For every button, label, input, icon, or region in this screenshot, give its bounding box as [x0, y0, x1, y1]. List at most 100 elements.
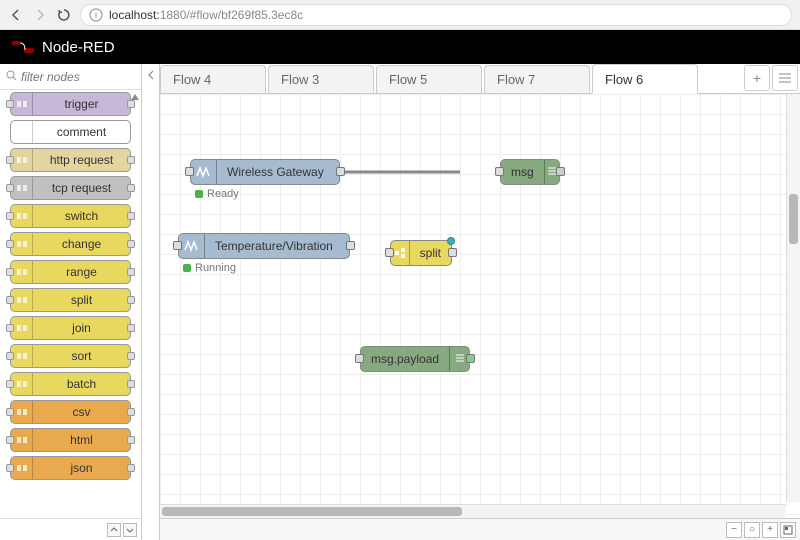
palette-node-trigger[interactable]: trigger: [10, 92, 131, 116]
tab-flow-7[interactable]: Flow 7: [484, 65, 590, 93]
status-text: Running: [195, 262, 236, 274]
input-port[interactable]: [185, 167, 194, 176]
palette-node-comment[interactable]: comment: [10, 120, 131, 144]
input-port: [6, 268, 14, 276]
input-port[interactable]: [355, 354, 364, 363]
node-type-icon: [11, 149, 33, 171]
input-port: [6, 100, 14, 108]
forward-button[interactable]: [32, 7, 48, 23]
wireless-icon: [191, 160, 217, 184]
node-label: msg: [501, 165, 544, 179]
input-port[interactable]: [173, 241, 182, 250]
palette-node-label: split: [33, 293, 130, 307]
node-status: Running: [183, 262, 236, 274]
palette-node-label: range: [33, 265, 130, 279]
palette-collapse-up[interactable]: [107, 523, 121, 537]
node-type-icon: [11, 177, 33, 199]
input-port: [6, 380, 14, 388]
input-port[interactable]: [385, 248, 394, 257]
scrollbar-vertical[interactable]: [786, 94, 800, 502]
zoom-out-button[interactable]: −: [726, 522, 742, 538]
view-map-button[interactable]: [780, 522, 796, 538]
canvas[interactable]: Wireless Gateway Ready msg: [160, 94, 800, 518]
palette-node-range[interactable]: range: [10, 260, 131, 284]
tab-flow-6[interactable]: Flow 6: [592, 64, 698, 94]
palette-node-json[interactable]: json: [10, 456, 131, 480]
palette-node-label: json: [33, 461, 130, 475]
palette-node-split[interactable]: split: [10, 288, 131, 312]
node-type-icon: [11, 401, 33, 423]
input-port: [6, 352, 14, 360]
node-type-icon: [11, 317, 33, 339]
input-port[interactable]: [495, 167, 504, 176]
palette-toggle[interactable]: [142, 64, 160, 540]
node-temperature-vibration[interactable]: Temperature/Vibration Running: [178, 233, 350, 259]
palette-collapse-down[interactable]: [123, 523, 137, 537]
palette-node-label: switch: [33, 209, 130, 223]
output-port: [127, 184, 135, 192]
node-status: Ready: [195, 188, 239, 200]
info-icon: i: [89, 8, 103, 22]
output-port: [127, 464, 135, 472]
zoom-reset-button[interactable]: ○: [744, 522, 760, 538]
palette-node-html[interactable]: html: [10, 428, 131, 452]
node-type-icon: [11, 429, 33, 451]
node-wireless-gateway[interactable]: Wireless Gateway Ready: [190, 159, 340, 185]
back-button[interactable]: [8, 7, 24, 23]
tab-flow-5[interactable]: Flow 5: [376, 65, 482, 93]
input-port: [6, 240, 14, 248]
zoom-in-button[interactable]: +: [762, 522, 778, 538]
palette-node-join[interactable]: join: [10, 316, 131, 340]
output-port: [127, 240, 135, 248]
palette-node-label: http request: [33, 153, 130, 167]
output-port: [127, 436, 135, 444]
palette-node-sort[interactable]: sort: [10, 344, 131, 368]
changed-badge: [447, 237, 455, 245]
node-debug-payload[interactable]: msg.payload: [360, 346, 470, 372]
palette-node-batch[interactable]: batch: [10, 372, 131, 396]
url-path: /#flow/bf269f85.3ec8c: [186, 8, 303, 22]
node-split[interactable]: split: [390, 240, 452, 266]
node-type-icon: [11, 373, 33, 395]
browser-chrome: i localhost:1880/#flow/bf269f85.3ec8c: [0, 0, 800, 30]
output-port: [127, 296, 135, 304]
output-port[interactable]: [448, 248, 457, 257]
node-label: split: [410, 246, 451, 260]
node-red-logo: [12, 41, 34, 53]
node-label: msg.payload: [361, 352, 449, 366]
input-port: [6, 296, 14, 304]
palette-node-label: comment: [33, 125, 130, 139]
workspace: Flow 4Flow 3Flow 5Flow 7Flow 6 + Wireles: [160, 64, 800, 540]
output-port[interactable]: [336, 167, 345, 176]
output-port[interactable]: [346, 241, 355, 250]
url-bar[interactable]: i localhost:1880/#flow/bf269f85.3ec8c: [80, 4, 792, 26]
node-type-icon: [11, 457, 33, 479]
palette-node-label: tcp request: [33, 181, 130, 195]
node-type-icon: [11, 345, 33, 367]
url-host: localhost:: [109, 8, 160, 22]
node-type-icon: [11, 205, 33, 227]
palette-node-csv[interactable]: csv: [10, 400, 131, 424]
output-port: [127, 156, 135, 164]
output-port: [127, 100, 135, 108]
tabs: Flow 4Flow 3Flow 5Flow 7Flow 6 +: [160, 64, 800, 94]
palette-node-http-request[interactable]: http request: [10, 148, 131, 172]
debug-toggle[interactable]: [556, 167, 565, 176]
debug-toggle[interactable]: [466, 354, 475, 363]
output-port: [127, 408, 135, 416]
palette-filter-input[interactable]: [21, 70, 135, 84]
output-port: [127, 268, 135, 276]
palette-node-switch[interactable]: switch: [10, 204, 131, 228]
scrollbar-horizontal[interactable]: [160, 504, 786, 518]
tab-flow-3[interactable]: Flow 3: [268, 65, 374, 93]
add-tab-button[interactable]: +: [744, 65, 770, 91]
input-port: [6, 464, 14, 472]
node-debug-msg[interactable]: msg: [500, 159, 560, 185]
palette-node-tcp-request[interactable]: tcp request: [10, 176, 131, 200]
reload-button[interactable]: [56, 7, 72, 23]
palette-node-change[interactable]: change: [10, 232, 131, 256]
palette-node-label: join: [33, 321, 130, 335]
workspace-footer: − ○ +: [160, 518, 800, 540]
tab-flow-4[interactable]: Flow 4: [160, 65, 266, 93]
tab-list-button[interactable]: [772, 65, 798, 91]
